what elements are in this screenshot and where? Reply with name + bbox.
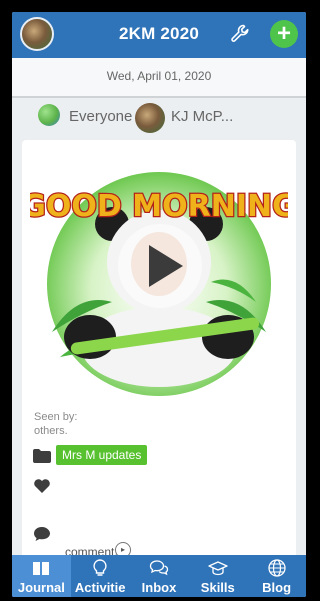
audience-row: Everyone KJ McP... bbox=[12, 98, 306, 133]
wrench-icon[interactable] bbox=[229, 22, 253, 46]
seen-by-text: Seen by: others. bbox=[34, 410, 77, 438]
class-avatar[interactable] bbox=[20, 17, 54, 51]
nav-activities[interactable]: Activitie bbox=[71, 555, 130, 597]
nav-label-blog: Blog bbox=[262, 580, 292, 595]
lightbulb-icon bbox=[93, 559, 107, 576]
folder-icon bbox=[33, 449, 51, 463]
app-screen: 2KM 2020 + Wed, April 01, 2020 Everyone … bbox=[12, 12, 306, 597]
seen-by-others: others. bbox=[34, 425, 68, 437]
bottom-nav: Journal Activitie Inbox Skills Blog bbox=[12, 555, 306, 597]
media-title-text: GOOD MORNING bbox=[30, 189, 288, 224]
date-bar: Wed, April 01, 2020 bbox=[12, 58, 306, 98]
nav-label-skills: Skills bbox=[200, 580, 235, 595]
graduation-cap-icon bbox=[208, 561, 228, 576]
audience-everyone[interactable]: Everyone bbox=[69, 108, 132, 125]
class-title[interactable]: 2KM 2020 bbox=[72, 24, 246, 44]
comment-icon[interactable] bbox=[33, 526, 51, 542]
play-button[interactable] bbox=[118, 224, 202, 308]
folder-tag[interactable]: Mrs M updates bbox=[56, 445, 148, 465]
nav-label-journal: Journal bbox=[17, 580, 65, 595]
add-post-button[interactable]: + bbox=[270, 20, 298, 48]
seen-by-label: Seen by: bbox=[34, 411, 78, 423]
heart-icon[interactable] bbox=[33, 478, 51, 494]
journal-post-card: GOOD MORNING Seen by: others. Mrs M upda… bbox=[20, 140, 298, 560]
nav-inbox[interactable]: Inbox bbox=[130, 555, 189, 597]
globe-icon bbox=[267, 559, 286, 577]
nav-label-inbox: Inbox bbox=[141, 580, 177, 595]
play-icon bbox=[149, 245, 183, 287]
top-bar: 2KM 2020 + bbox=[12, 12, 306, 58]
nav-skills[interactable]: Skills bbox=[188, 555, 247, 597]
nav-blog[interactable]: Blog bbox=[247, 555, 306, 597]
student-avatar bbox=[135, 103, 165, 133]
nav-journal[interactable]: Journal bbox=[12, 555, 71, 597]
journal-icon bbox=[33, 562, 50, 575]
globe-icon bbox=[38, 104, 60, 126]
video-thumbnail[interactable]: GOOD MORNING bbox=[20, 152, 298, 402]
nav-label-activities: Activitie bbox=[74, 580, 126, 595]
audience-student-name[interactable]: KJ McP... bbox=[171, 108, 233, 125]
post-date: Wed, April 01, 2020 bbox=[106, 69, 212, 83]
chat-bubbles-icon bbox=[149, 560, 169, 576]
